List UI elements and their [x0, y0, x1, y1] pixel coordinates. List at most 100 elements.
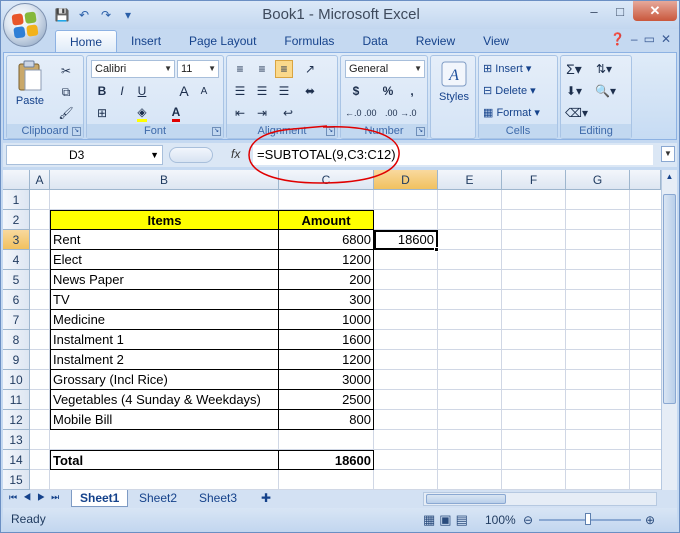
column-header-g[interactable]: G — [566, 170, 630, 190]
total-label[interactable]: Total — [50, 450, 279, 470]
row-header[interactable]: 14 — [3, 450, 30, 470]
tab-insert[interactable]: Insert — [117, 30, 175, 52]
format-cells-button[interactable]: ▦ Format ▾ — [483, 106, 540, 119]
help-icon[interactable]: ❓ — [610, 32, 625, 46]
sheet-tab-2[interactable]: Sheet2 — [131, 490, 185, 507]
decrease-decimal-button[interactable]: .00 →.0 — [385, 104, 417, 122]
view-buttons[interactable]: ▦▣▤ — [423, 512, 472, 528]
item-amount-cell[interactable]: 1200 — [279, 350, 374, 370]
worksheet-grid[interactable]: A B C D E F G 1 2 3 4 5 6 7 8 9 10 11 12 13 14 15 Item… — [3, 170, 677, 490]
select-all-corner[interactable] — [3, 170, 30, 190]
delete-cells-button[interactable]: ⊟ Delete ▾ — [483, 84, 536, 97]
minimize-button[interactable]: – — [581, 1, 607, 21]
zoom-in-icon[interactable]: ⊕ — [645, 513, 655, 527]
decrease-indent-icon[interactable]: ⇤ — [231, 104, 249, 122]
fill-color-icon[interactable]: ◈ — [133, 104, 151, 122]
merge-center-icon[interactable]: ⬌ — [301, 82, 319, 100]
row-header[interactable]: 15 — [3, 470, 30, 490]
copy-icon[interactable]: ⧉ — [57, 83, 75, 101]
sheet-tab-1[interactable]: Sheet1 — [71, 490, 129, 507]
header-items[interactable]: Items — [50, 210, 279, 230]
item-amount-cell[interactable]: 1600 — [279, 330, 374, 350]
item-amount-cell[interactable]: 6800 — [279, 230, 374, 250]
item-amount-cell[interactable]: 200 — [279, 270, 374, 290]
vertical-scroll-thumb[interactable] — [663, 194, 676, 404]
formula-bar-handle[interactable] — [169, 147, 213, 163]
active-cell-d3[interactable]: 18600 — [374, 230, 438, 250]
sheet-tab-3[interactable]: Sheet3 — [191, 490, 245, 507]
insert-sheet-icon[interactable]: ✚ — [253, 490, 279, 507]
item-name-cell[interactable]: Medicine — [50, 310, 279, 330]
underline-button[interactable]: U — [133, 82, 151, 100]
item-name-cell[interactable]: Mobile Bill — [50, 410, 279, 430]
orientation-icon[interactable]: ↗ — [301, 60, 319, 78]
column-header-c[interactable]: C — [279, 170, 374, 190]
item-amount-cell[interactable]: 800 — [279, 410, 374, 430]
total-value[interactable]: 18600 — [279, 450, 374, 470]
number-format-select[interactable]: General ▼ — [345, 60, 425, 78]
column-header-e[interactable]: E — [438, 170, 502, 190]
format-painter-icon[interactable]: 🖌 — [57, 104, 75, 122]
row-header[interactable]: 1 — [3, 190, 30, 210]
insert-cells-button[interactable]: ⊞ Insert ▾ — [483, 62, 531, 75]
item-amount-cell[interactable]: 1200 — [279, 250, 374, 270]
vertical-scrollbar[interactable]: ▲ — [661, 170, 677, 490]
align-left-icon[interactable]: ☰ — [231, 82, 249, 100]
cut-icon[interactable]: ✂ — [57, 62, 75, 80]
borders-icon[interactable]: ⊞ — [93, 104, 111, 122]
item-name-cell[interactable]: News Paper — [50, 270, 279, 290]
item-amount-cell[interactable]: 2500 — [279, 390, 374, 410]
tab-home[interactable]: Home — [55, 30, 118, 52]
row-header[interactable]: 5 — [3, 270, 30, 290]
expand-formula-bar-icon[interactable]: ▼ — [661, 146, 675, 162]
undo-icon[interactable]: ↶ — [75, 6, 93, 24]
alignment-launcher-icon[interactable]: ↘ — [326, 127, 335, 136]
close-button[interactable]: ✕ — [633, 1, 677, 21]
save-icon[interactable]: 💾 — [53, 6, 71, 24]
tab-view[interactable]: View — [469, 30, 523, 52]
align-top-icon[interactable]: ≡ — [231, 60, 249, 78]
header-amount[interactable]: Amount — [279, 210, 374, 230]
redo-icon[interactable]: ↷ — [97, 6, 115, 24]
align-center-icon[interactable]: ☰ — [253, 82, 271, 100]
paste-button[interactable]: Paste — [11, 60, 49, 120]
autosum-icon[interactable]: Σ▾ — [565, 60, 583, 78]
formula-input[interactable]: =SUBTOTAL(9,C3:C12) — [253, 145, 653, 165]
wrap-text-icon[interactable]: ↩ — [279, 104, 297, 122]
item-name-cell[interactable]: Rent — [50, 230, 279, 250]
item-name-cell[interactable]: Elect — [50, 250, 279, 270]
item-name-cell[interactable]: Instalment 2 — [50, 350, 279, 370]
item-amount-cell[interactable]: 300 — [279, 290, 374, 310]
fill-icon[interactable]: ⬇▾ — [565, 82, 583, 100]
horizontal-scrollbar[interactable] — [423, 492, 657, 506]
clipboard-launcher-icon[interactable]: ↘ — [72, 127, 81, 136]
fill-handle[interactable] — [434, 247, 439, 252]
grow-font-button[interactable]: A — [175, 82, 193, 100]
sheet-nav-icons[interactable]: ⏮◀▶⏭ — [9, 492, 65, 503]
maximize-button[interactable]: □ — [607, 1, 633, 21]
clear-icon[interactable]: ⌫▾ — [565, 104, 588, 122]
item-name-cell[interactable]: TV — [50, 290, 279, 310]
row-header[interactable]: 8 — [3, 330, 30, 350]
ribbon-restore-button[interactable]: ▭ — [644, 32, 655, 46]
align-bottom-icon[interactable]: ≡ — [275, 60, 293, 78]
sort-filter-icon[interactable]: ⇅▾ — [595, 60, 613, 78]
shrink-font-button[interactable]: A — [195, 82, 213, 100]
font-name-select[interactable]: Calibri ▼ — [91, 60, 175, 78]
font-size-select[interactable]: 11 ▼ — [177, 60, 219, 78]
tab-formulas[interactable]: Formulas — [270, 30, 348, 52]
row-header[interactable]: 12 — [3, 410, 30, 430]
font-color-icon[interactable]: A — [167, 104, 185, 122]
tab-data[interactable]: Data — [348, 30, 401, 52]
zoom-slider-thumb[interactable] — [585, 513, 591, 525]
item-name-cell[interactable]: Vegetables (4 Sunday & Weekdays) — [50, 390, 279, 410]
item-name-cell[interactable]: Grossary (Incl Rice) — [50, 370, 279, 390]
item-amount-cell[interactable]: 3000 — [279, 370, 374, 390]
font-launcher-icon[interactable]: ↘ — [212, 127, 221, 136]
item-name-cell[interactable]: Instalment 1 — [50, 330, 279, 350]
increase-indent-icon[interactable]: ⇥ — [253, 104, 271, 122]
row-header[interactable]: 9 — [3, 350, 30, 370]
row-header[interactable]: 11 — [3, 390, 30, 410]
name-box[interactable]: D3 ▼ — [6, 145, 163, 165]
column-header-d[interactable]: D — [374, 170, 438, 190]
